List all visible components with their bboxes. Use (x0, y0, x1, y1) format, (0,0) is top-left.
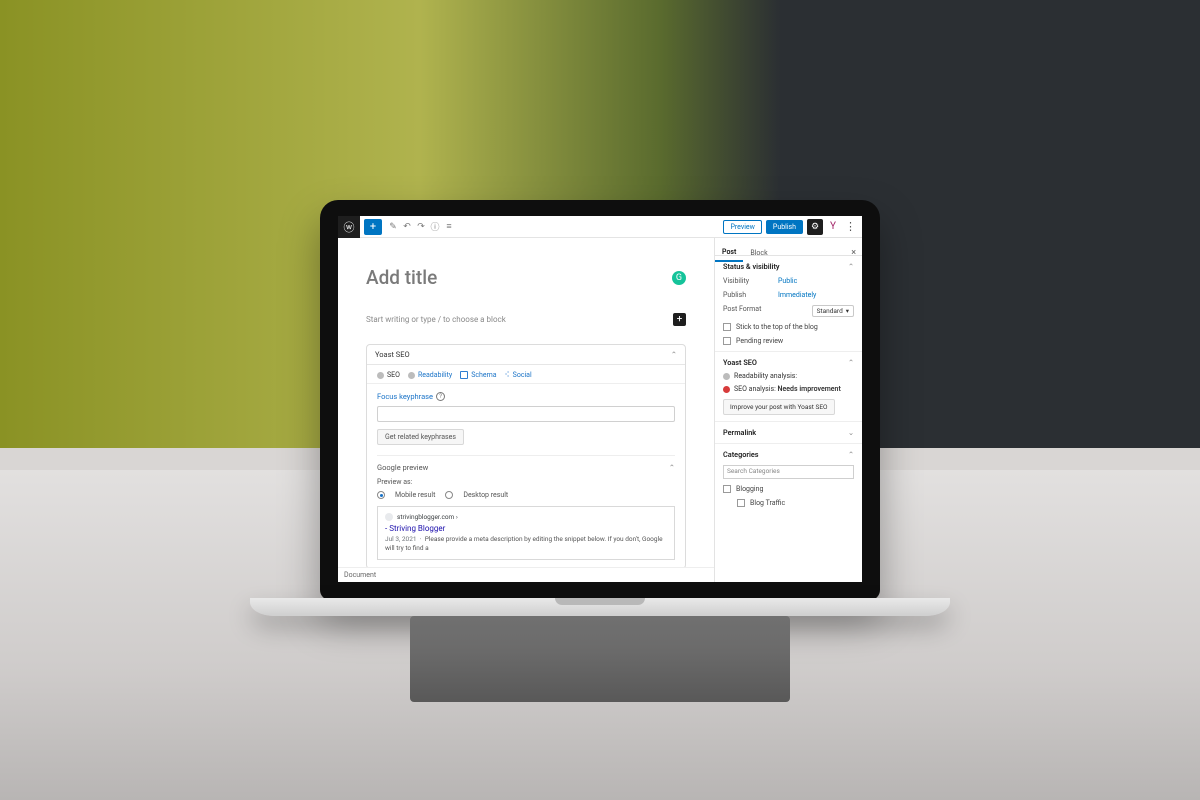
post-title-input[interactable]: Add title (366, 266, 672, 289)
chevron-down-icon: ⌄ (848, 428, 854, 437)
chevron-up-icon[interactable]: ⌃ (669, 463, 675, 472)
focus-keyphrase-label: Focus keyphrase ? (377, 392, 675, 401)
close-sidebar-icon[interactable]: × (844, 248, 862, 262)
section-yoast-seo: Yoast SEO⌃ Readability analysis: SEO ana… (715, 352, 862, 422)
mobile-result-label: Mobile result (395, 491, 435, 499)
checkbox-category-blog-traffic[interactable] (737, 499, 745, 507)
tab-social[interactable]: ⠪Social (505, 371, 532, 379)
checkbox-stick-top[interactable] (723, 323, 731, 331)
info-icon[interactable]: ⓘ (428, 216, 442, 238)
laptop: ⓦ + ✎ ↶ ↷ ⓘ ≡ Preview Publish ⚙ Y ⋮ WPBa… (320, 200, 880, 600)
post-format-select[interactable]: Standard▾ (812, 305, 854, 317)
share-icon: ⠪ (505, 371, 510, 379)
editor-main: Add title G Start writing or type / to c… (338, 238, 714, 582)
insert-block-button[interactable]: + (673, 313, 686, 326)
chevron-up-icon[interactable]: ⌃ (671, 350, 677, 359)
yoast-icon[interactable]: Y (827, 219, 839, 235)
post-body-input[interactable]: Start writing or type / to choose a bloc… (366, 315, 673, 324)
chevron-down-icon: ▾ (846, 307, 849, 315)
editor-toolbar: ⓦ + ✎ ↶ ↷ ⓘ ≡ Preview Publish ⚙ Y ⋮ (338, 216, 862, 238)
yoast-tabs: SEO Readability Schema ⠪Social (367, 365, 685, 384)
settings-icon[interactable]: ⚙ (807, 219, 823, 235)
section-categories: Categories⌃ Search Categories Blogging B… (715, 444, 862, 513)
redo-icon[interactable]: ↷ (414, 216, 428, 238)
undo-icon[interactable]: ↶ (400, 216, 414, 238)
tab-block[interactable]: Block (743, 249, 774, 261)
settings-sidebar: Post Block × Status & visibility⌃ Visibi… (714, 238, 862, 582)
preview-button[interactable]: Preview (723, 220, 761, 234)
snippet-title: - Striving Blogger (385, 524, 667, 533)
radio-mobile-result[interactable] (377, 491, 385, 499)
get-related-keyphrases-button[interactable]: Get related keyphrases (377, 429, 464, 445)
tab-seo[interactable]: SEO (377, 371, 400, 379)
desktop-result-label: Desktop result (463, 491, 508, 499)
tab-readability[interactable]: Readability (408, 371, 452, 379)
focus-keyphrase-input[interactable] (377, 406, 675, 422)
chevron-up-icon[interactable]: ⌃ (848, 450, 854, 459)
more-menu-icon[interactable]: ⋮ (843, 224, 858, 230)
outline-icon[interactable]: ≡ (442, 216, 456, 238)
search-categories-input[interactable] (723, 465, 854, 479)
wordpress-editor-screen: ⓦ + ✎ ↶ ↷ ⓘ ≡ Preview Publish ⚙ Y ⋮ WPBa… (338, 216, 862, 582)
wordpress-logo-icon[interactable]: ⓦ (338, 216, 360, 238)
tab-post[interactable]: Post (715, 248, 743, 262)
tab-schema[interactable]: Schema (460, 371, 496, 379)
section-permalink[interactable]: Permalink⌄ (715, 422, 862, 444)
chevron-up-icon[interactable]: ⌃ (848, 262, 854, 271)
radio-desktop-result[interactable] (445, 491, 453, 499)
snippet-date: Jul 3, 2021 (385, 535, 417, 543)
google-snippet-preview: strivingblogger.com › - Striving Blogger… (377, 506, 675, 560)
footer-document-tab[interactable]: Document (338, 567, 714, 582)
yoast-seo-panel: Yoast SEO ⌃ SEO Readability Schema ⠪Soci… (366, 344, 686, 569)
edit-icon[interactable]: ✎ (386, 216, 400, 238)
add-block-button[interactable]: + (364, 219, 382, 235)
globe-icon (385, 513, 393, 521)
yoast-panel-title: Yoast SEO (375, 350, 410, 359)
publish-button[interactable]: Publish (766, 220, 803, 234)
grammarly-icon[interactable]: G (672, 271, 686, 285)
improve-yoast-button[interactable]: Improve your post with Yoast SEO (723, 399, 835, 415)
google-preview-heading: Google preview (377, 463, 428, 472)
snippet-description: Please provide a meta description by edi… (385, 535, 663, 552)
chevron-up-icon[interactable]: ⌃ (848, 358, 854, 367)
publish-value[interactable]: Immediately (778, 291, 816, 299)
checkbox-category-blogging[interactable] (723, 485, 731, 493)
readability-dot-icon (723, 373, 730, 380)
checkbox-pending-review[interactable] (723, 337, 731, 345)
seo-dot-icon (723, 386, 730, 393)
preview-as-label: Preview as: (377, 478, 675, 486)
section-status-visibility: Status & visibility⌃ VisibilityPublic Pu… (715, 256, 862, 352)
help-icon[interactable]: ? (436, 392, 445, 401)
visibility-value[interactable]: Public (778, 277, 797, 285)
